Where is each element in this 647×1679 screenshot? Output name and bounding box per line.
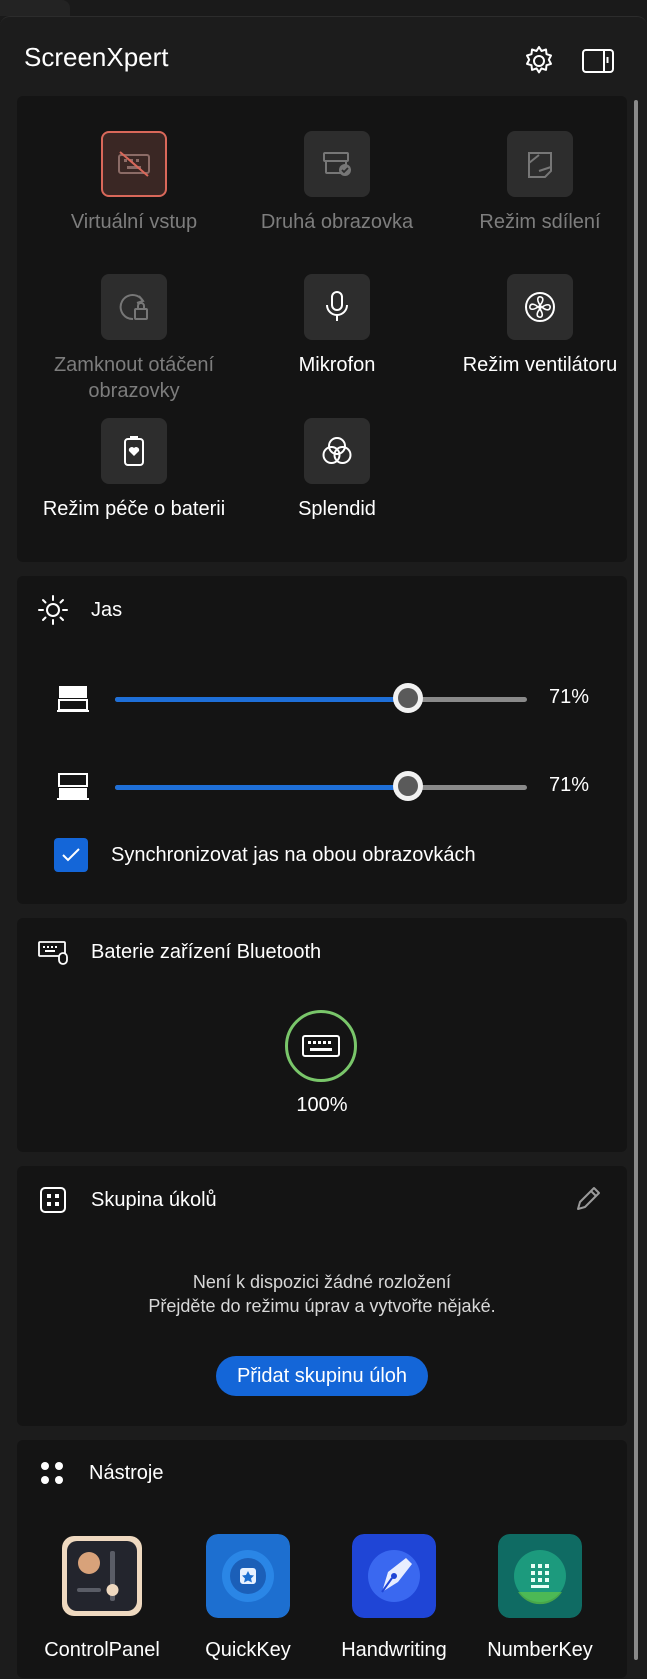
tile-battery-care[interactable]: Režim péče o baterii [34, 418, 234, 522]
brightness-header: Jas [37, 594, 122, 626]
tile-label: Režim péče o baterii [42, 498, 226, 520]
tools-card: Nástroje ControlPanel QuickKey Handwriti… [17, 1440, 627, 1678]
control-panel-icon [62, 1536, 142, 1616]
scrollbar[interactable] [634, 100, 638, 1660]
sync-brightness-label: Synchronizovat jas na obou obrazovkách [111, 844, 476, 866]
tile-label: Virtuální vstup [70, 211, 198, 233]
second-screen-icon [323, 152, 351, 176]
quickkey-icon [206, 1534, 290, 1618]
dots-grid-icon [41, 1462, 63, 1484]
brightness-title: Jas [91, 598, 123, 621]
numberkey-icon [498, 1534, 582, 1618]
share-mode-icon [528, 152, 552, 178]
tool-quickkey[interactable]: QuickKey [178, 1534, 318, 1662]
task-group-card: Skupina úkolů Není k dispozici žádné roz… [17, 1166, 627, 1426]
keyboard-mouse-icon [38, 941, 68, 965]
tool-label: QuickKey [205, 1639, 291, 1661]
checkmark-icon [62, 848, 80, 862]
tool-handwriting[interactable]: Handwriting [324, 1534, 464, 1662]
tile-rotation-lock[interactable]: Zamknout otáčení obrazovky [34, 274, 234, 404]
tile-label: Zamknout otáčení obrazovky [53, 354, 215, 402]
bluetooth-battery-level: 100% [296, 1094, 348, 1116]
top-screen-icon [57, 686, 89, 712]
tile-label: Režim sdílení [479, 211, 601, 233]
brightness-slider-track[interactable] [115, 771, 527, 801]
brightness-slider-track[interactable] [115, 683, 527, 713]
keyboard-icon [302, 1035, 340, 1057]
slider-value: 71% [549, 686, 590, 708]
panel-layout-button[interactable] [581, 44, 615, 78]
sun-icon [38, 595, 68, 625]
tool-numberkey[interactable]: NumberKey [470, 1534, 610, 1662]
tile-label: Mikrofon [298, 354, 376, 376]
edit-task-group-button[interactable] [573, 1184, 603, 1219]
slider-thumb[interactable] [392, 683, 423, 713]
tools-title: Nástroje [89, 1461, 164, 1484]
tool-label: Handwriting [341, 1639, 447, 1661]
bluetooth-title: Baterie zařízení Bluetooth [91, 940, 322, 963]
tile-fan-mode[interactable]: Režim ventilátoru [440, 274, 640, 378]
tile-label: Režim ventilátoru [462, 354, 618, 376]
slider-fill [115, 785, 408, 790]
handwriting-pen-icon [352, 1534, 436, 1618]
task-group-title: Skupina úkolů [91, 1188, 217, 1211]
brightness-slider-row: 71% [17, 679, 627, 719]
tile-virtual-input[interactable]: Virtuální vstup [34, 131, 234, 235]
splendid-icon [322, 437, 352, 464]
brightness-card: Jas 71% 71% Synchronizovat jas na obou o… [17, 576, 627, 904]
window-tab [0, 0, 70, 16]
bluetooth-header: Baterie zařízení Bluetooth [37, 938, 321, 966]
tools-header: Nástroje [37, 1458, 163, 1488]
task-group-header: Skupina úkolů [37, 1184, 217, 1216]
keyboard-off-icon [118, 151, 150, 177]
sync-brightness-checkbox[interactable] [54, 838, 88, 872]
slider-thumb[interactable] [392, 771, 423, 801]
tile-label: Druhá obrazovka [260, 211, 414, 233]
app-title: ScreenXpert [24, 42, 169, 72]
tool-label: NumberKey [487, 1639, 593, 1661]
battery-care-icon [124, 436, 144, 466]
brightness-slider-row: 71% [17, 767, 627, 807]
tool-controlpanel[interactable]: ControlPanel [32, 1534, 172, 1662]
fan-icon [525, 292, 555, 322]
tile-splendid[interactable]: Splendid [237, 418, 437, 522]
gear-icon [526, 46, 552, 74]
tile-share-mode[interactable]: Režim sdílení [440, 131, 640, 235]
bluetooth-battery-ring [285, 1010, 357, 1082]
microphone-icon [326, 291, 348, 321]
settings-button[interactable] [522, 44, 556, 78]
tile-microphone[interactable]: Mikrofon [237, 274, 437, 378]
empty-layout-hint: Přejděte do režimu úprav a vytvořte něja… [148, 1296, 496, 1316]
add-task-group-button[interactable]: Přidat skupinu úloh [216, 1356, 428, 1396]
bluetooth-battery-card: Baterie zařízení Bluetooth 100% [17, 918, 627, 1152]
empty-layout-message: Není k dispozici žádné rozložení [192, 1272, 452, 1292]
tile-second-screen[interactable]: Druhá obrazovka [237, 131, 437, 235]
slider-fill [115, 697, 408, 702]
slider-value: 71% [549, 774, 590, 796]
tile-label: Splendid [298, 498, 376, 520]
task-grid-icon [40, 1187, 66, 1213]
quick-settings-card: Virtuální vstup Druhá obrazovka Režim sd… [17, 96, 627, 562]
rotation-lock-icon [119, 294, 148, 321]
tool-label: ControlPanel [44, 1639, 160, 1661]
pencil-icon [577, 1187, 600, 1210]
bottom-screen-icon [57, 773, 89, 800]
panel-layout-icon [582, 49, 614, 73]
